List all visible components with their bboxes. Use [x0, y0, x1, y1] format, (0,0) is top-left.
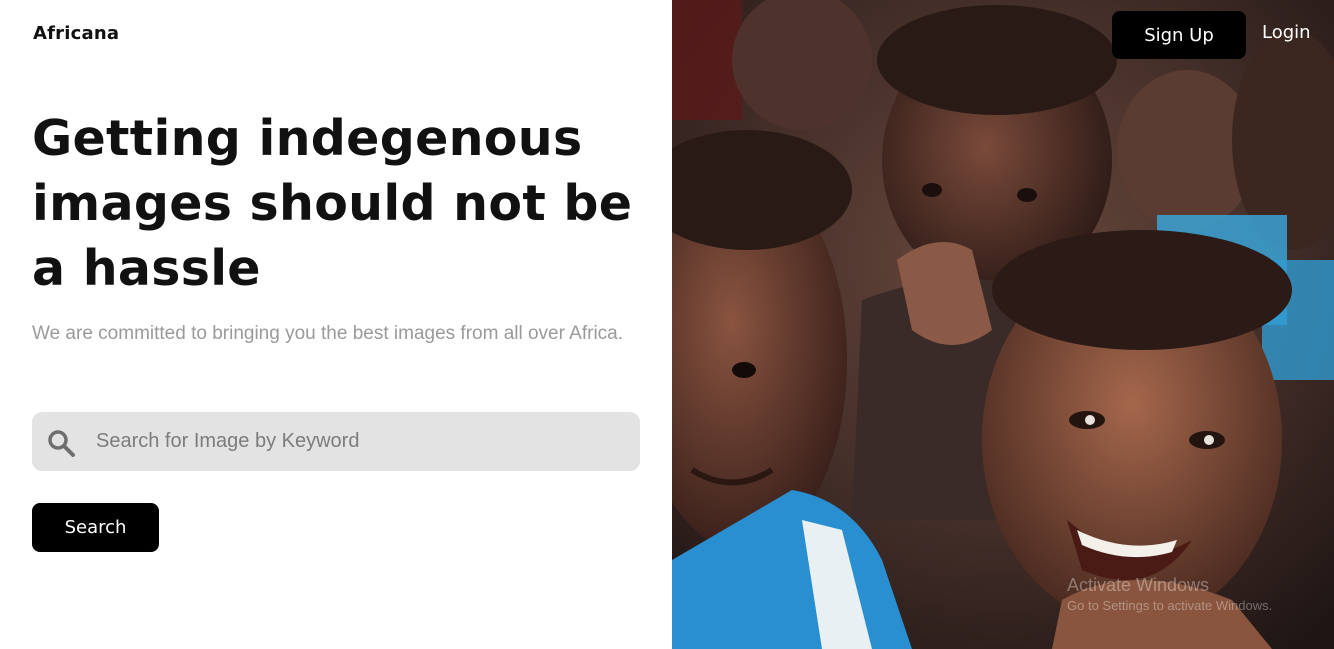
login-link[interactable]: Login	[1262, 22, 1311, 43]
page-subtext: We are committed to bringing you the bes…	[32, 323, 624, 344]
search-icon	[48, 430, 75, 457]
watermark-title: Activate Windows	[1067, 575, 1210, 595]
watermark-subtitle: Go to Settings to activate Windows.	[1067, 598, 1273, 613]
brand-logo[interactable]: Africana	[33, 23, 119, 44]
page-headline: Getting indegenous images should not be …	[32, 110, 633, 297]
search-input[interactable]	[96, 412, 626, 471]
left-panel: Africana Getting indegenous images shoul…	[0, 0, 672, 649]
signup-button[interactable]: Sign Up	[1112, 11, 1246, 59]
activate-windows-watermark: Activate Windows Go to Settings to activ…	[1067, 575, 1272, 613]
search-button[interactable]: Search	[32, 503, 159, 552]
hero-photo	[672, 0, 1334, 649]
hero-photo-children	[672, 0, 1334, 649]
search-box	[32, 412, 640, 471]
